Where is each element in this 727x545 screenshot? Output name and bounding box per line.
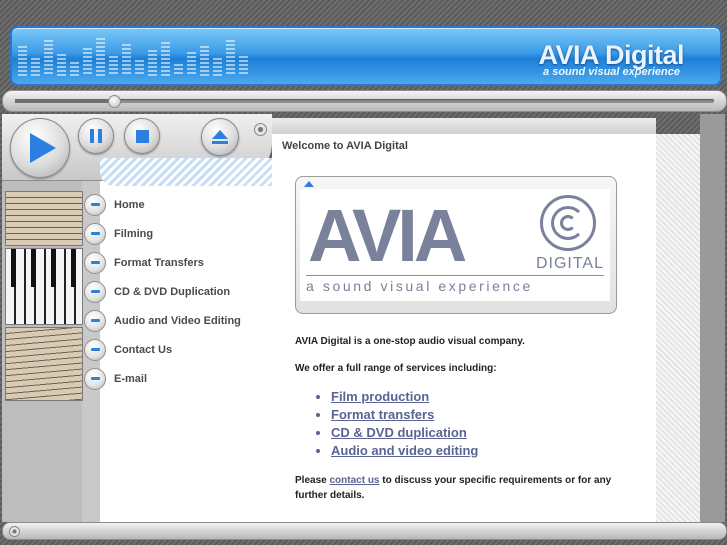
contact-us-link[interactable]: contact us <box>329 475 379 486</box>
seek-bar[interactable] <box>2 90 727 112</box>
pause-icon <box>90 129 102 143</box>
brand-tagline: a sound visual experience <box>543 66 680 78</box>
header-banner: AVIA Digital a sound visual experience <box>10 26 722 86</box>
play-icon <box>30 133 56 163</box>
swirl-logo-icon <box>540 195 596 251</box>
list-item: Film production <box>331 388 478 406</box>
screw-icon <box>9 526 20 537</box>
sheet-music-photo-2 <box>5 327 83 401</box>
nav-item-filming[interactable]: Filming <box>84 219 241 248</box>
eject-icon <box>212 130 228 144</box>
list-item: Format transfers <box>331 406 478 424</box>
nav-item-home[interactable]: Home <box>84 190 241 219</box>
minus-bullet-icon <box>84 251 106 274</box>
minus-bullet-icon <box>84 367 106 390</box>
content-top-bar <box>272 118 656 134</box>
right-frame <box>700 114 725 522</box>
seek-fill <box>15 99 113 103</box>
minus-bullet-icon <box>84 338 106 361</box>
list-item: Audio and video editing <box>331 442 478 460</box>
logo-box: AVIA DIGITAL a sound visual experience <box>295 176 617 314</box>
sheet-music-photo <box>5 191 83 246</box>
contact-prefix: Please <box>295 475 330 486</box>
services-list: Film production Format transfers CD & DV… <box>313 388 478 460</box>
logo-divider <box>306 275 604 276</box>
stop-icon <box>135 129 149 143</box>
nav-item-email[interactable]: E-mail <box>84 364 241 393</box>
minus-bullet-icon <box>84 222 106 245</box>
nav-label: Contact Us <box>114 343 173 356</box>
nav-item-audio-video-editing[interactable]: Audio and Video Editing <box>84 306 241 335</box>
minus-bullet-icon <box>84 309 106 332</box>
equalizer-graphic <box>18 34 248 76</box>
nav-label: Audio and Video Editing <box>114 314 241 327</box>
collapse-arrow-icon[interactable] <box>304 181 314 187</box>
minus-bullet-icon <box>84 280 106 303</box>
decorative-stripes <box>100 158 272 186</box>
nav-label: CD & DVD Duplication <box>114 285 231 298</box>
eject-button[interactable] <box>201 118 239 156</box>
bottom-bar <box>2 522 727 540</box>
play-button[interactable] <box>10 118 70 178</box>
logo-wordmark: AVIA <box>308 194 467 277</box>
piano-keys-photo <box>5 248 83 325</box>
main-nav: Home Filming Format Transfers CD & DVD D… <box>84 190 241 393</box>
avia-logo: AVIA DIGITAL a sound visual experience <box>300 189 610 301</box>
list-item: CD & DVD duplication <box>331 424 478 442</box>
service-link[interactable]: Audio and video editing <box>331 443 478 458</box>
service-link[interactable]: Format transfers <box>331 407 434 422</box>
logo-subtitle: a sound visual experience <box>306 278 533 294</box>
seek-knob[interactable] <box>107 95 121 108</box>
nav-item-contact-us[interactable]: Contact Us <box>84 335 241 364</box>
stop-button[interactable] <box>124 118 160 154</box>
seek-track[interactable] <box>15 95 714 108</box>
nav-label: E-mail <box>114 372 148 385</box>
contact-text: Please contact us to discuss your specif… <box>295 473 625 503</box>
nav-label: Format Transfers <box>114 256 204 269</box>
nav-label: Home <box>114 198 145 211</box>
intro-text: AVIA Digital is a one-stop audio visual … <box>295 336 525 347</box>
nav-label: Filming <box>114 227 154 240</box>
pause-button[interactable] <box>78 118 114 154</box>
page-title: Welcome to AVIA Digital <box>282 140 408 152</box>
minus-bullet-icon <box>84 193 106 216</box>
logo-digital: DIGITAL <box>535 255 604 272</box>
service-link[interactable]: Film production <box>331 389 429 404</box>
nav-item-cd-dvd-duplication[interactable]: CD & DVD Duplication <box>84 277 241 306</box>
offer-text: We offer a full range of services includ… <box>295 363 497 374</box>
screw-icon <box>254 123 267 136</box>
right-pattern-strip <box>656 134 700 522</box>
nav-item-format-transfers[interactable]: Format Transfers <box>84 248 241 277</box>
service-link[interactable]: CD & DVD duplication <box>331 425 467 440</box>
